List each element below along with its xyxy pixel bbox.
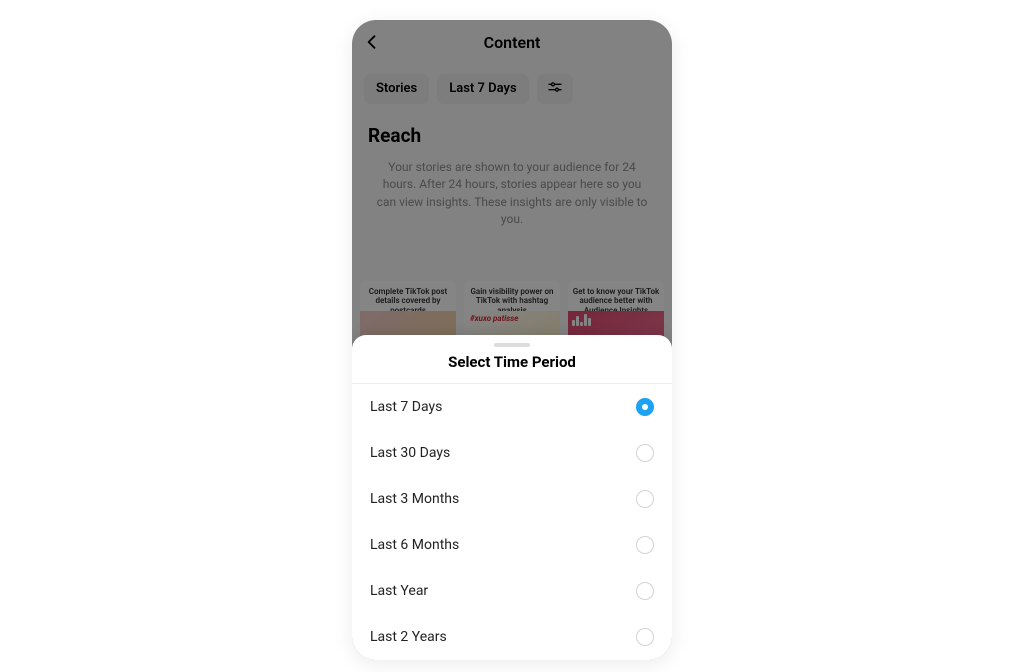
time-period-option[interactable]: Last 30 Days (370, 430, 654, 476)
option-label: Last 30 Days (370, 445, 450, 461)
time-period-option[interactable]: Last Year (370, 568, 654, 614)
option-label: Last 2 Years (370, 629, 447, 645)
radio-icon (636, 398, 654, 416)
radio-icon (636, 490, 654, 508)
radio-icon (636, 628, 654, 646)
sheet-grabber[interactable] (494, 343, 530, 347)
option-label: Last Year (370, 583, 428, 599)
radio-icon (636, 444, 654, 462)
time-period-option[interactable]: Last 2 Years (370, 614, 654, 660)
time-period-option[interactable]: Last 6 Months (370, 522, 654, 568)
time-period-sheet: Select Time Period Last 7 Days Last 30 D… (352, 335, 672, 660)
option-label: Last 7 Days (370, 399, 442, 415)
radio-icon (636, 536, 654, 554)
phone-frame: Content Stories Last 7 Days Reach Your s… (352, 20, 672, 660)
sheet-title: Select Time Period (352, 353, 672, 384)
time-period-option[interactable]: Last 7 Days (370, 384, 654, 430)
time-period-option[interactable]: Last 3 Months (370, 476, 654, 522)
radio-icon (636, 582, 654, 600)
option-label: Last 3 Months (370, 491, 459, 507)
time-period-options: Last 7 Days Last 30 Days Last 3 Months L… (352, 384, 672, 660)
option-label: Last 6 Months (370, 537, 459, 553)
